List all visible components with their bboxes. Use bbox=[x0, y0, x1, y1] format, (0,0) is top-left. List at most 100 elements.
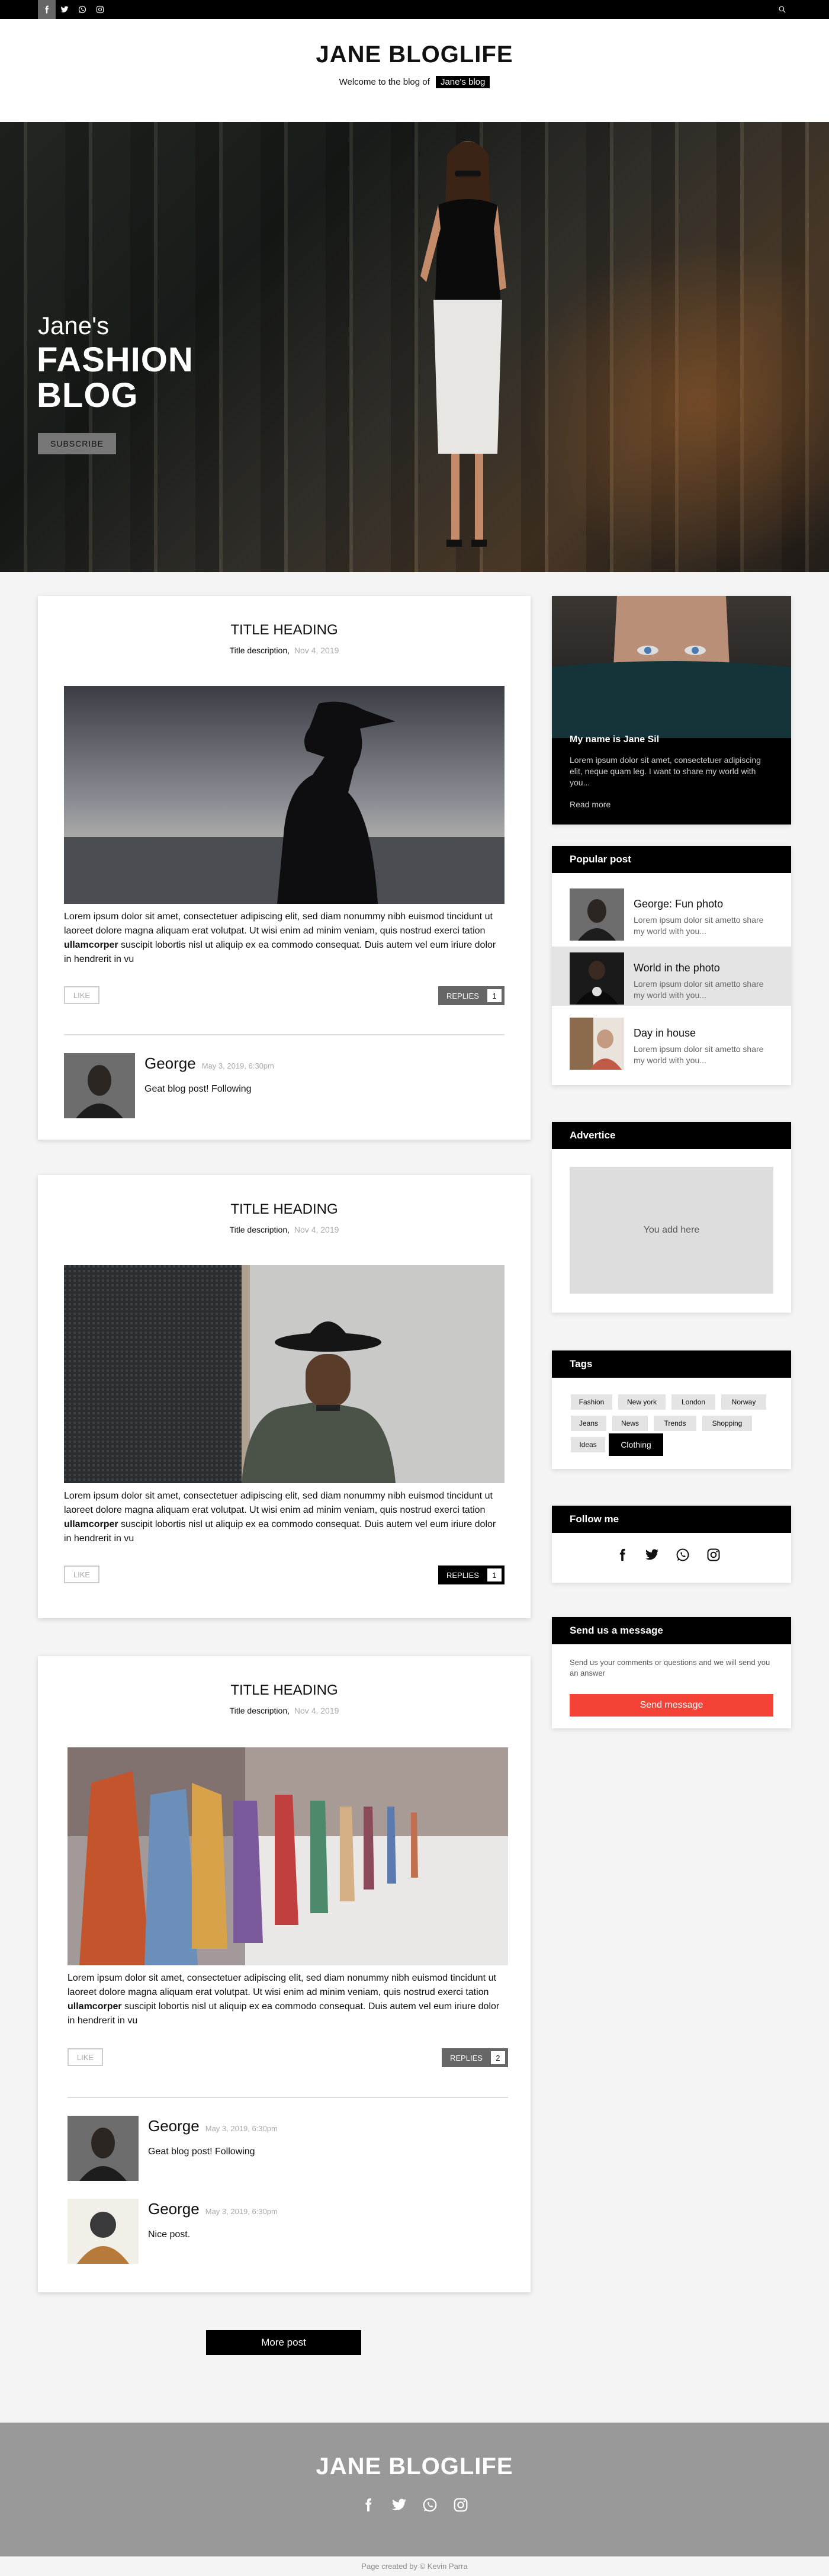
facebook-icon[interactable] bbox=[38, 0, 56, 19]
post-description-text: Title description, bbox=[229, 646, 290, 655]
comment-date: May 3, 2019, 6:30pm bbox=[205, 2124, 278, 2133]
top-social-icons bbox=[38, 0, 109, 19]
popular-title: World in the photo bbox=[634, 962, 720, 974]
hero-model-image bbox=[420, 141, 506, 547]
like-button[interactable]: LIKE bbox=[68, 2048, 103, 2066]
replies-count: 2 bbox=[490, 2051, 505, 2064]
site-footer: JANE BLOGLIFE bbox=[0, 2423, 829, 2556]
comment-author-name: George bbox=[148, 2117, 200, 2135]
post-body-bold: ullamcorper bbox=[64, 1519, 118, 1529]
about-text: Lorem ipsum dolor sit amet, consectetuer… bbox=[570, 755, 761, 787]
hero-line-1: Jane's bbox=[38, 312, 110, 339]
replies-count: 1 bbox=[487, 1568, 502, 1581]
popular-thumb bbox=[570, 952, 624, 1005]
post-title[interactable]: TITLE HEADING bbox=[38, 1682, 531, 1699]
popular-item[interactable]: George: Fun photo Lorem ipsum dolor sit … bbox=[552, 883, 791, 942]
popular-heading: Popular post bbox=[552, 846, 791, 873]
post-title[interactable]: TITLE HEADING bbox=[38, 1201, 531, 1218]
tag-chip-active[interactable]: Clothing bbox=[609, 1433, 663, 1456]
tag-chip[interactable]: Shopping bbox=[702, 1416, 752, 1431]
post-body-text-end: suscipit lobortis nisl ut aliquip ex ea … bbox=[64, 940, 496, 964]
tag-chip[interactable]: Jeans bbox=[571, 1416, 606, 1431]
twitter-icon[interactable] bbox=[56, 0, 73, 19]
instagram-icon[interactable] bbox=[703, 1545, 724, 1565]
blog-tag: Jane's blog bbox=[435, 76, 490, 88]
site-title[interactable]: JANE BLOGLIFE bbox=[0, 41, 829, 68]
replies-button[interactable]: REPLIES 1 bbox=[438, 986, 505, 1005]
facebook-icon[interactable] bbox=[359, 2496, 377, 2514]
like-button[interactable]: LIKE bbox=[64, 1566, 99, 1583]
message-heading: Send us a message bbox=[552, 1617, 791, 1644]
like-button[interactable]: LIKE bbox=[64, 986, 99, 1004]
popular-thumb bbox=[570, 1018, 624, 1070]
comment-date: May 3, 2019, 6:30pm bbox=[205, 2207, 278, 2216]
replies-button[interactable]: REPLIES 1 bbox=[438, 1566, 505, 1584]
post-description-text: Title description, bbox=[229, 1706, 290, 1715]
popular-title: Day in house bbox=[634, 1027, 696, 1039]
replies-label: REPLIES bbox=[446, 1570, 479, 1580]
more-post-button[interactable]: More post bbox=[206, 2330, 361, 2355]
popular-text: Lorem ipsum dolor sit ametto share my wo… bbox=[634, 915, 764, 936]
post-body: Lorem ipsum dolor sit amet, consectetuer… bbox=[64, 910, 505, 967]
comment-author: George May 3, 2019, 6:30pm bbox=[148, 2200, 278, 2218]
post-body-text: Lorem ipsum dolor sit amet, consectetuer… bbox=[68, 1973, 496, 1997]
post-image[interactable] bbox=[64, 686, 505, 904]
instagram-icon[interactable] bbox=[452, 2496, 470, 2514]
tag-chip[interactable]: New york bbox=[618, 1394, 666, 1410]
comment-text: Geat blog post! Following bbox=[144, 1084, 252, 1094]
about-name: My name is Jane Sil bbox=[570, 734, 660, 745]
post-image[interactable] bbox=[68, 1747, 508, 1965]
hero-heading: FASHION BLOG bbox=[37, 342, 194, 413]
blog-post: TITLE HEADING Title description, Nov 4, … bbox=[38, 1175, 531, 1618]
welcome-text: Welcome to the blog of bbox=[339, 77, 430, 87]
tag-chip[interactable]: Norway bbox=[721, 1394, 766, 1410]
tag-chip[interactable]: London bbox=[671, 1394, 715, 1410]
tag-chip[interactable]: News bbox=[612, 1416, 648, 1431]
about-image bbox=[552, 596, 791, 738]
whatsapp-icon[interactable] bbox=[73, 0, 91, 19]
post-date: Nov 4, 2019 bbox=[294, 1225, 339, 1234]
post-date: Nov 4, 2019 bbox=[294, 1706, 339, 1715]
advert-placeholder[interactable]: You add here bbox=[570, 1167, 773, 1294]
site-header: JANE BLOGLIFE Welcome to the blog of Jan… bbox=[0, 19, 829, 122]
post-image[interactable] bbox=[64, 1265, 505, 1483]
tags-widget: Tags Fashion New york London Norway Jean… bbox=[552, 1350, 791, 1469]
facebook-icon[interactable] bbox=[612, 1545, 632, 1565]
twitter-icon[interactable] bbox=[642, 1545, 662, 1565]
replies-label: REPLIES bbox=[450, 2053, 483, 2062]
tag-chip[interactable]: Ideas bbox=[571, 1437, 605, 1452]
comment-text: Geat blog post! Following bbox=[148, 2147, 255, 2157]
advert-widget: Advertice You add here bbox=[552, 1122, 791, 1313]
blog-post: TITLE HEADING Title description, Nov 4, … bbox=[38, 596, 531, 1140]
search-icon[interactable] bbox=[773, 0, 791, 19]
popular-text: Lorem ipsum dolor sit ametto share my wo… bbox=[634, 1044, 764, 1065]
popular-thumb bbox=[570, 888, 624, 941]
tag-chip[interactable]: Fashion bbox=[571, 1394, 612, 1410]
popular-item[interactable]: Day in house Lorem ipsum dolor sit amett… bbox=[552, 1012, 791, 1071]
post-date: Nov 4, 2019 bbox=[294, 646, 339, 655]
instagram-icon[interactable] bbox=[91, 0, 109, 19]
popular-title: George: Fun photo bbox=[634, 898, 724, 910]
whatsapp-icon[interactable] bbox=[421, 2496, 439, 2514]
blog-post: TITLE HEADING Title description, Nov 4, … bbox=[38, 1656, 531, 2292]
comment-author: George May 3, 2019, 6:30pm bbox=[144, 1054, 274, 1073]
hero-line-2: FASHION bbox=[37, 341, 194, 379]
send-message-button[interactable]: Send message bbox=[570, 1694, 773, 1717]
read-more-link[interactable]: Read more bbox=[570, 800, 610, 809]
post-description: Title description, Nov 4, 2019 bbox=[38, 646, 531, 655]
page-credit: Page created by © Kevin Parra bbox=[0, 2556, 829, 2576]
post-description-text: Title description, bbox=[229, 1225, 290, 1234]
post-body-text-end: suscipit lobortis nisl ut aliquip ex ea … bbox=[68, 2001, 500, 2026]
hero-banner: Jane's FASHION BLOG SUBSCRIBE bbox=[0, 122, 829, 572]
replies-button[interactable]: REPLIES 2 bbox=[442, 2048, 508, 2067]
whatsapp-icon[interactable] bbox=[673, 1545, 693, 1565]
twitter-icon[interactable] bbox=[390, 2496, 408, 2514]
hero-line-3: BLOG bbox=[37, 376, 139, 415]
footer-social-icons bbox=[0, 2496, 829, 2514]
post-description: Title description, Nov 4, 2019 bbox=[38, 1706, 531, 1715]
post-title[interactable]: TITLE HEADING bbox=[38, 622, 531, 639]
message-text: Send us your comments or questions and w… bbox=[570, 1658, 770, 1677]
tag-chip[interactable]: Trends bbox=[654, 1416, 696, 1431]
subscribe-button[interactable]: SUBSCRIBE bbox=[38, 433, 116, 454]
popular-item[interactable]: World in the photo Lorem ipsum dolor sit… bbox=[552, 947, 791, 1006]
